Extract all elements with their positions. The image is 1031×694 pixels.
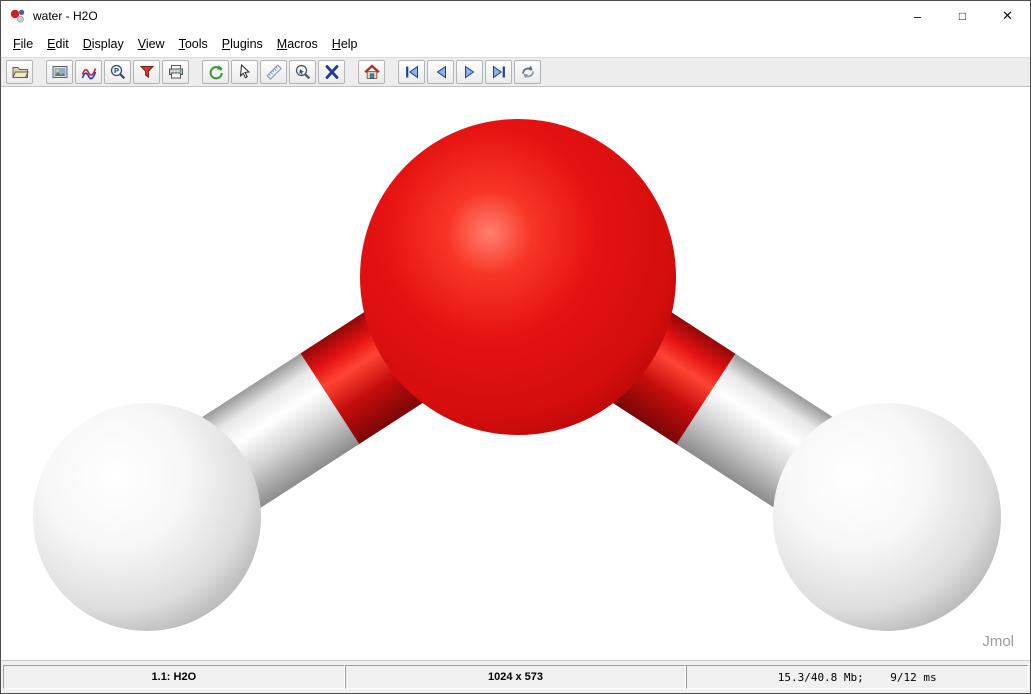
- loop-arrows-icon: [521, 65, 534, 79]
- previous-arrow-icon: [436, 65, 446, 79]
- x-icon: [325, 65, 338, 79]
- magnifier-p-icon: P: [110, 64, 125, 80]
- ruler-icon: [265, 64, 282, 80]
- rotate-icon: [209, 65, 223, 80]
- status-memory: 15.3/40.8 Mb; 9/12 ms: [686, 665, 1029, 689]
- menu-display[interactable]: Display: [76, 33, 131, 55]
- toolbar: P: [1, 57, 1030, 87]
- last-frame-button[interactable]: [485, 60, 512, 84]
- jmol-window: water - H2O – □ ✕ File Edit Display View…: [0, 0, 1031, 694]
- previous-frame-button[interactable]: [427, 60, 454, 84]
- window-title: water - H2O: [33, 9, 98, 23]
- spectrum-icon: [81, 68, 96, 80]
- status-bar: 1.1: H2O 1024 x 573 15.3/40.8 Mb; 9/12 m…: [1, 660, 1030, 693]
- printer-icon: [168, 65, 183, 79]
- next-frame-button[interactable]: [456, 60, 483, 84]
- menu-bar: File Edit Display View Tools Plugins Mac…: [1, 31, 1030, 57]
- menu-file[interactable]: File: [6, 33, 40, 55]
- jmol-logo-icon: [9, 7, 27, 25]
- axes-button[interactable]: [318, 60, 345, 84]
- atom-hydrogen-2: [773, 403, 1001, 631]
- molecule-viewport[interactable]: Jmol: [1, 87, 1030, 660]
- minimize-button[interactable]: –: [895, 1, 940, 31]
- measure-button[interactable]: [260, 60, 287, 84]
- rotate-button[interactable]: [202, 60, 229, 84]
- maximize-button[interactable]: □: [940, 1, 985, 31]
- jmol-watermark: Jmol: [982, 633, 1014, 650]
- spectrum-button[interactable]: [75, 60, 102, 84]
- menu-view[interactable]: View: [131, 33, 172, 55]
- first-arrow-icon: [405, 65, 418, 79]
- zoom-button[interactable]: [289, 60, 316, 84]
- magnifier-icon: [295, 64, 310, 80]
- first-frame-button[interactable]: [398, 60, 425, 84]
- select-button[interactable]: [231, 60, 258, 84]
- menu-edit[interactable]: Edit: [40, 33, 76, 55]
- close-button[interactable]: ✕: [985, 1, 1030, 31]
- export-image-button[interactable]: [46, 60, 73, 84]
- menu-tools[interactable]: Tools: [172, 33, 215, 55]
- open-button[interactable]: [6, 60, 33, 84]
- image-icon: [52, 66, 67, 78]
- menu-help[interactable]: Help: [325, 33, 365, 55]
- next-arrow-icon: [464, 65, 474, 79]
- svg-text:P: P: [113, 66, 118, 75]
- resume-animation-button[interactable]: [514, 60, 541, 84]
- print-button[interactable]: [162, 60, 189, 84]
- last-arrow-icon: [492, 65, 505, 79]
- funnel-icon: [139, 66, 154, 79]
- home-button[interactable]: [358, 60, 385, 84]
- home-icon: [363, 64, 380, 80]
- cursor-icon: [239, 63, 250, 79]
- open-folder-icon: [11, 67, 29, 78]
- annotate-button[interactable]: [133, 60, 160, 84]
- menu-plugins[interactable]: Plugins: [215, 33, 270, 55]
- water-molecule-render: [33, 119, 1001, 631]
- atom-oxygen: [360, 119, 676, 435]
- p-tool-button[interactable]: P: [104, 60, 131, 84]
- menu-macros[interactable]: Macros: [270, 33, 325, 55]
- atom-hydrogen-1: [33, 403, 261, 631]
- status-size: 1024 x 573: [344, 665, 687, 689]
- status-frame: 1.1: H2O: [3, 665, 345, 689]
- title-bar: water - H2O – □ ✕: [1, 1, 1030, 31]
